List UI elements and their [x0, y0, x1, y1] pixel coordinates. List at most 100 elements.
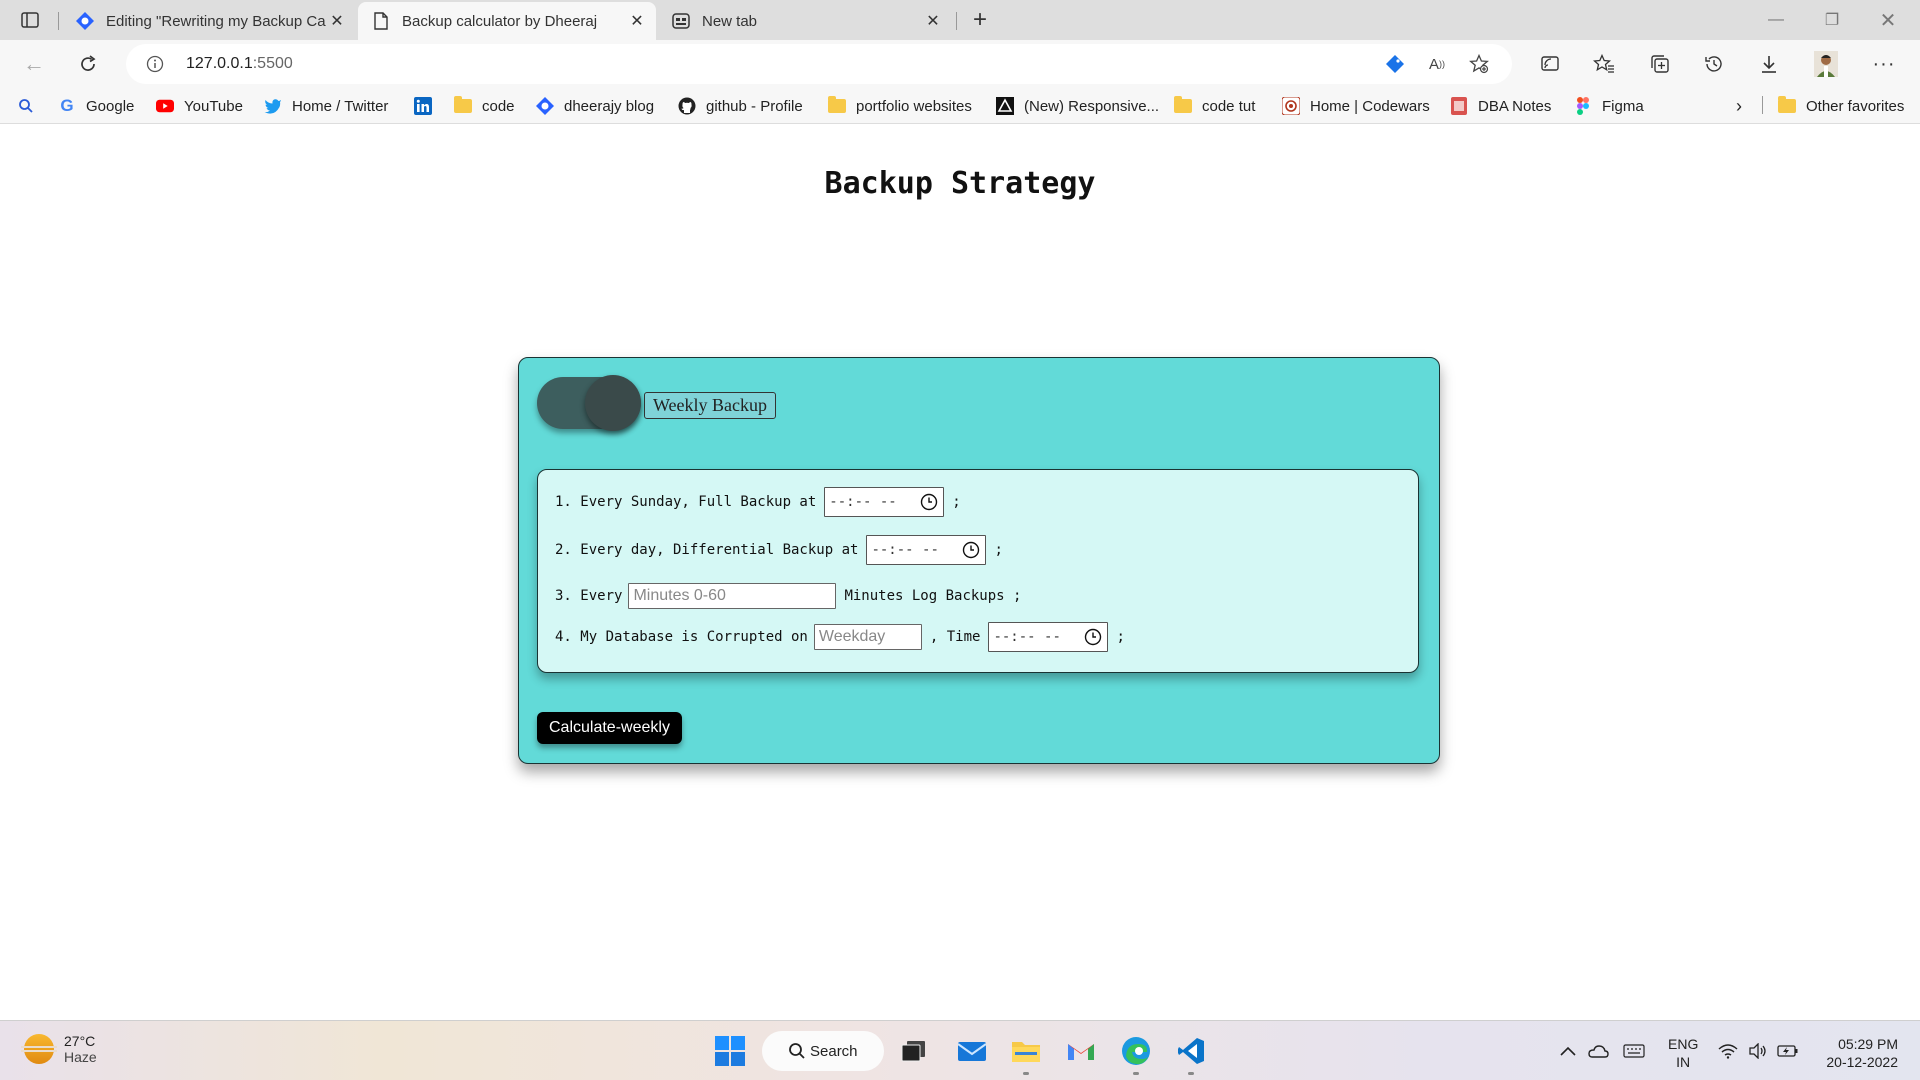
task-view-icon[interactable] [896, 1033, 932, 1069]
vscode-icon[interactable] [1173, 1033, 1209, 1069]
weather-temp: 27°C [64, 1033, 96, 1049]
blog-favicon-icon [76, 12, 94, 30]
browser-toolbar: ← 127.0.0.1:5500 A)) ··· [0, 40, 1920, 88]
favorites-separator [1762, 96, 1763, 114]
show-hidden-icons-chevron-icon[interactable] [1556, 1039, 1580, 1063]
back-arrow-icon[interactable]: ← [18, 48, 50, 80]
mail-icon[interactable] [954, 1033, 990, 1069]
gmail-icon[interactable] [1063, 1033, 1099, 1069]
favorite-folder-portfolio[interactable]: portfolio websites [828, 94, 972, 118]
favorite-responsive[interactable]: (New) Responsive... [996, 94, 1159, 118]
keyboard-icon[interactable] [1622, 1039, 1646, 1063]
favorite-blog[interactable]: dheerajy blog [536, 94, 654, 118]
close-tab-icon[interactable]: ✕ [328, 12, 346, 30]
input-language[interactable]: ENG IN [1668, 1035, 1698, 1071]
taskbar-search[interactable]: Search [762, 1031, 884, 1071]
system-clock[interactable]: 05:29 PM 20-12-2022 [1818, 1035, 1898, 1071]
favorite-twitter[interactable]: Home / Twitter [264, 94, 388, 118]
more-favorites-chevron-icon[interactable]: › [1736, 94, 1742, 118]
tab-separator [956, 12, 957, 30]
cast-icon[interactable] [1534, 48, 1566, 80]
page-favicon-icon [372, 12, 390, 30]
favorite-google[interactable]: G Google [58, 94, 134, 118]
browser-tab-strip: Editing "Rewriting my Backup Ca ✕ Backup… [0, 0, 1920, 40]
calculate-weekly-button[interactable]: Calculate-weekly [537, 712, 682, 744]
favorite-dba-notes[interactable]: DBA Notes [1450, 94, 1551, 118]
favorites-icon[interactable] [1588, 48, 1620, 80]
google-icon: G [60, 96, 74, 115]
row-text: 1. Every Sunday, Full Backup at [555, 494, 817, 510]
weather-condition: Haze [64, 1049, 97, 1065]
close-window-icon[interactable]: ✕ [1860, 0, 1916, 40]
refresh-icon[interactable] [72, 48, 104, 80]
mode-label: Weekly Backup [644, 392, 777, 419]
favorite-folder-code[interactable]: code [454, 94, 515, 118]
tab-backup-calculator[interactable]: Backup calculator by Dheeraj ✕ [358, 2, 656, 40]
row-full-backup: 1. Every Sunday, Full Backup at --:-- --… [555, 487, 961, 517]
log-minutes-input[interactable]: Minutes 0-60 [628, 583, 837, 609]
battery-charging-icon[interactable] [1776, 1039, 1800, 1063]
github-icon [678, 97, 696, 115]
close-tab-icon[interactable]: ✕ [628, 12, 646, 30]
blog-icon [536, 97, 554, 115]
more-menu-icon[interactable]: ··· [1868, 48, 1900, 80]
clock-icon[interactable] [919, 492, 939, 512]
restore-icon[interactable]: ❐ [1804, 0, 1860, 40]
new-tab-plus-icon[interactable]: + [966, 6, 994, 34]
tab-title: New tab [702, 12, 758, 30]
running-indicator [1188, 1072, 1194, 1075]
minimize-icon[interactable]: — [1748, 0, 1804, 40]
haze-sun-icon [21, 1034, 57, 1064]
corruption-time-input[interactable]: --:-- -- [988, 622, 1109, 652]
clock-icon[interactable] [961, 540, 981, 560]
full-backup-time-input[interactable]: --:-- -- [824, 487, 945, 517]
weekday-input[interactable]: Weekday [813, 624, 922, 650]
collections-icon[interactable] [1644, 48, 1676, 80]
volume-icon[interactable] [1746, 1039, 1770, 1063]
weather-widget[interactable]: 27°C Haze [21, 1033, 97, 1065]
downloads-icon[interactable] [1753, 48, 1785, 80]
row-text: Minutes Log Backups ; [844, 588, 1022, 604]
read-aloud-icon[interactable]: A)) [1426, 53, 1448, 75]
row-corruption: 4. My Database is Corrupted on Weekday ,… [555, 622, 1125, 652]
site-info-icon[interactable] [146, 55, 164, 73]
file-explorer-icon[interactable] [1008, 1033, 1044, 1069]
edge-browser-icon[interactable] [1118, 1033, 1154, 1069]
favorites-search-icon[interactable] [18, 94, 34, 118]
wifi-icon[interactable] [1716, 1039, 1740, 1063]
add-favorite-icon[interactable] [1468, 53, 1490, 75]
weekly-toggle-switch[interactable] [537, 375, 641, 431]
schedule-panel: 1. Every Sunday, Full Backup at --:-- --… [537, 469, 1419, 673]
tab-new-tab[interactable]: New tab ✕ [658, 2, 952, 40]
responsive-icon [996, 97, 1014, 115]
codewars-icon [1282, 97, 1300, 115]
row-terminator: ; [1116, 629, 1125, 645]
tab-editing[interactable]: Editing "Rewriting my Backup Ca ✕ [62, 2, 356, 40]
favorite-linkedin[interactable] [414, 94, 442, 118]
windows-start-icon[interactable] [712, 1033, 748, 1069]
running-indicator [1133, 1072, 1139, 1075]
other-favorites[interactable]: Other favorites [1778, 94, 1904, 118]
favorite-codewars[interactable]: Home | Codewars [1282, 94, 1430, 118]
clock-icon[interactable] [1083, 627, 1103, 647]
differential-backup-time-input[interactable]: --:-- -- [866, 535, 987, 565]
favorite-figma[interactable]: Figma [1574, 94, 1644, 118]
row-terminator: ; [994, 542, 1003, 558]
onedrive-cloud-icon[interactable] [1586, 1039, 1610, 1063]
tab-title: Editing "Rewriting my Backup Ca [106, 12, 326, 30]
favorite-folder-code-tut[interactable]: code tut [1174, 94, 1255, 118]
toggle-knob[interactable] [585, 375, 641, 431]
address-bar[interactable]: 127.0.0.1:5500 A)) [126, 44, 1512, 84]
history-icon[interactable] [1698, 48, 1730, 80]
favorite-github[interactable]: github - Profile [678, 94, 803, 118]
backup-card: Weekly Backup 1. Every Sunday, Full Back… [518, 357, 1440, 764]
figma-icon [1574, 97, 1592, 115]
tab-actions-icon[interactable] [14, 8, 46, 32]
youtube-icon [156, 97, 174, 115]
favorite-youtube[interactable]: YouTube [156, 94, 243, 118]
close-tab-icon[interactable]: ✕ [924, 12, 942, 30]
shopping-tag-icon[interactable] [1384, 53, 1406, 75]
twitter-icon [264, 97, 282, 115]
profile-avatar[interactable] [1810, 48, 1842, 80]
row-text: 4. My Database is Corrupted on [555, 629, 808, 645]
